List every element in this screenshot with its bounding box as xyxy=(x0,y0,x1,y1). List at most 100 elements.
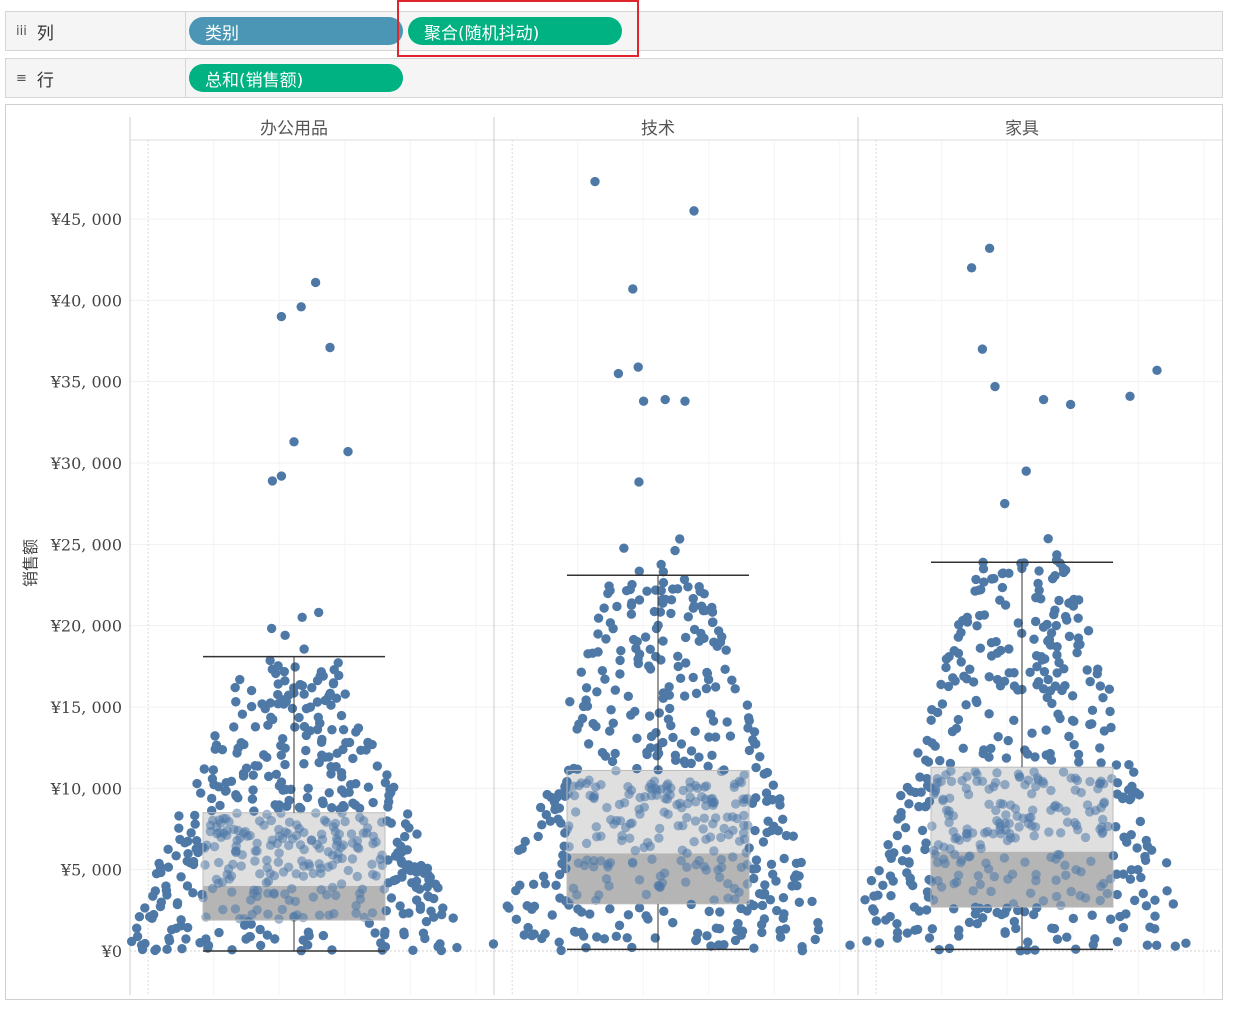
data-point xyxy=(1146,845,1157,855)
data-point xyxy=(1060,860,1070,871)
data-point xyxy=(147,913,157,924)
data-point xyxy=(163,844,173,855)
data-point xyxy=(679,691,690,701)
data-point xyxy=(627,857,638,868)
data-point xyxy=(1096,758,1106,768)
data-point xyxy=(140,903,150,913)
data-point xyxy=(601,634,611,644)
data-point xyxy=(601,874,612,884)
data-point xyxy=(642,586,652,596)
data-point xyxy=(974,585,984,595)
outlier-point xyxy=(660,394,670,405)
data-point xyxy=(200,860,210,870)
data-point xyxy=(946,776,957,787)
data-point xyxy=(634,903,645,913)
data-point xyxy=(1002,903,1012,913)
data-point xyxy=(922,735,932,746)
data-point xyxy=(892,933,903,943)
data-point xyxy=(148,891,158,901)
data-point xyxy=(338,724,349,735)
data-point xyxy=(778,814,788,825)
data-point xyxy=(597,666,608,676)
data-point xyxy=(400,819,411,829)
outlier-point xyxy=(990,381,1000,392)
data-point xyxy=(1064,631,1075,642)
data-point xyxy=(1088,940,1098,950)
data-point xyxy=(632,733,642,744)
data-point xyxy=(296,803,306,814)
data-point xyxy=(570,807,581,817)
data-point xyxy=(348,753,358,764)
data-point xyxy=(599,934,610,944)
data-point xyxy=(452,942,462,953)
data-point xyxy=(999,853,1010,863)
data-point xyxy=(886,891,896,901)
columns-shelf-label: iii 列 xyxy=(6,12,186,50)
data-point xyxy=(328,678,339,688)
data-point xyxy=(172,898,183,908)
data-point xyxy=(953,714,964,725)
data-point xyxy=(678,820,688,831)
rows-shelf-title: 行 xyxy=(36,70,54,91)
data-point xyxy=(1070,773,1081,783)
data-point xyxy=(926,715,936,725)
data-point xyxy=(904,858,914,868)
data-point xyxy=(180,838,190,848)
data-point xyxy=(513,845,524,856)
data-point xyxy=(520,836,530,847)
data-point xyxy=(393,847,403,858)
data-point xyxy=(359,912,369,923)
data-point xyxy=(874,865,884,876)
data-point xyxy=(1029,909,1039,920)
data-point xyxy=(1003,735,1013,746)
data-point xyxy=(1056,900,1066,911)
data-point xyxy=(1098,779,1109,789)
data-point xyxy=(593,629,603,639)
data-point xyxy=(689,836,699,847)
y-tick-label: ¥0 xyxy=(101,942,122,961)
data-point xyxy=(976,843,986,854)
data-point xyxy=(639,842,649,853)
y-tick-label: ¥10, 000 xyxy=(50,779,122,798)
data-point xyxy=(965,664,975,674)
data-point xyxy=(968,677,979,687)
data-point xyxy=(352,836,363,846)
data-point xyxy=(625,833,635,843)
data-point xyxy=(688,672,698,683)
data-point xyxy=(690,726,700,737)
data-point xyxy=(676,739,687,749)
data-point xyxy=(448,913,458,923)
data-point xyxy=(666,720,676,731)
data-point xyxy=(591,832,602,842)
data-point xyxy=(1085,776,1095,787)
data-point xyxy=(404,908,414,918)
data-point xyxy=(627,818,637,828)
data-point xyxy=(576,667,586,677)
data-point xyxy=(391,874,401,885)
pill-category[interactable]: 类别 xyxy=(189,17,403,45)
outlier-point xyxy=(310,277,321,288)
data-point xyxy=(1112,936,1123,947)
pill-sum-sales[interactable]: 总和(销售额) xyxy=(189,64,403,92)
data-point xyxy=(419,867,430,877)
data-point xyxy=(299,827,309,838)
data-point xyxy=(956,657,966,667)
data-point xyxy=(993,731,1003,742)
data-point xyxy=(1095,681,1106,691)
data-point xyxy=(634,595,645,605)
rows-icon: ≡ xyxy=(16,70,27,86)
data-point xyxy=(1038,896,1049,906)
data-point xyxy=(979,828,990,838)
data-point xyxy=(327,725,337,735)
data-point xyxy=(276,777,287,787)
y-tick-label: ¥15, 000 xyxy=(50,698,122,717)
data-point xyxy=(627,579,637,590)
data-point xyxy=(405,865,416,876)
data-point xyxy=(758,837,769,847)
data-point xyxy=(691,688,702,699)
data-point xyxy=(1025,888,1036,898)
data-point xyxy=(1052,934,1063,944)
data-point xyxy=(1135,816,1146,827)
data-point xyxy=(1014,822,1024,832)
data-point xyxy=(652,751,662,761)
